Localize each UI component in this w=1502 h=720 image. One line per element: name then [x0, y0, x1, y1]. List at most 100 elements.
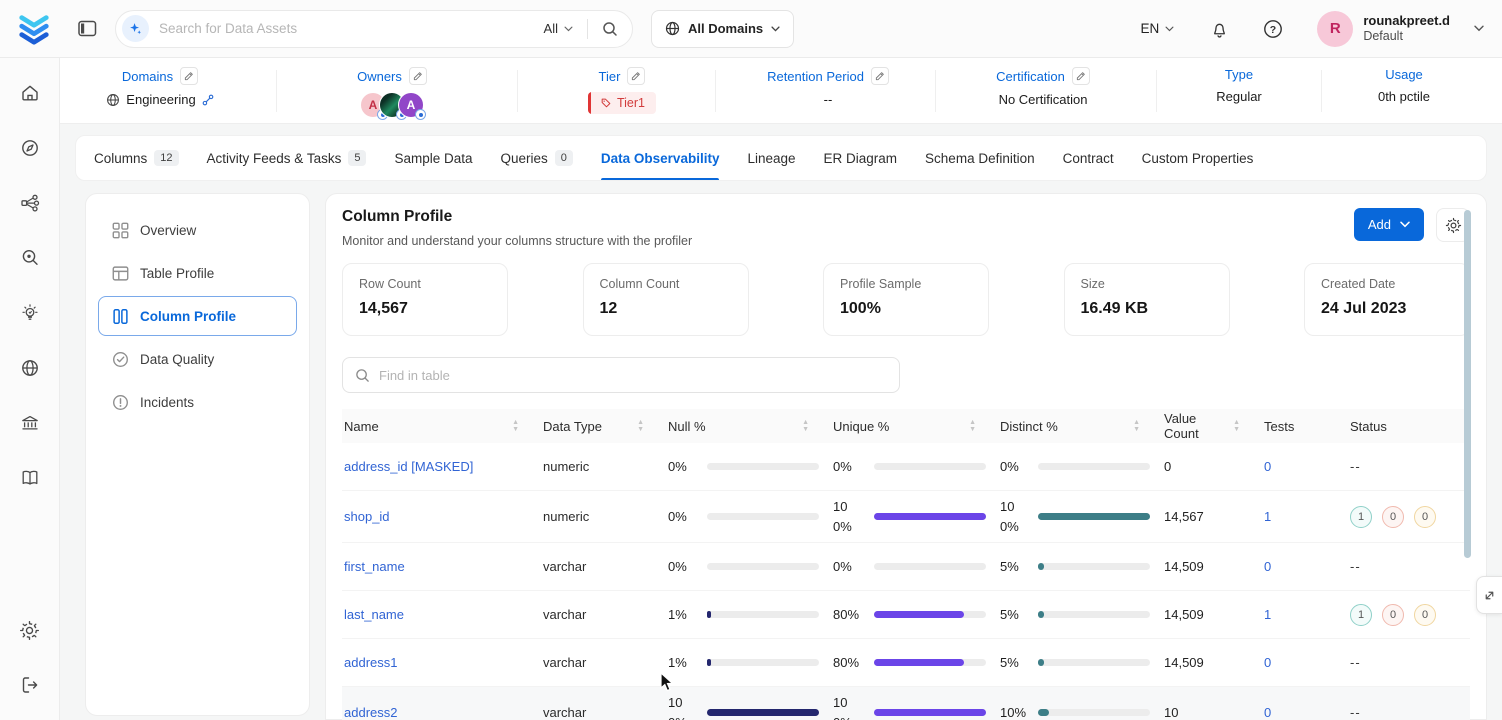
- edit-retention-icon[interactable]: [871, 67, 889, 85]
- column-header-name: Name▲▼: [342, 419, 543, 434]
- divider: [587, 19, 588, 39]
- tab-er-diagram[interactable]: ER Diagram: [824, 136, 898, 180]
- find-in-table-input[interactable]: [379, 368, 887, 383]
- unique-pct-cell: 80%: [833, 605, 1000, 625]
- domains-globe-icon[interactable]: [13, 351, 47, 385]
- status-cell: --: [1350, 559, 1470, 574]
- tab-count-badge: 12: [154, 150, 178, 166]
- nav-item-incidents[interactable]: Incidents: [98, 382, 297, 422]
- observability-search-eye-icon[interactable]: [13, 241, 47, 275]
- table-row: shop_idnumeric0%100%100%14,5671100: [342, 491, 1470, 543]
- explore-compass-icon[interactable]: [13, 131, 47, 165]
- tab-custom-properties[interactable]: Custom Properties: [1142, 136, 1254, 180]
- data-type: numeric: [543, 459, 668, 474]
- nav-item-column-profile[interactable]: Column Profile: [98, 296, 297, 336]
- nav-item-overview[interactable]: Overview: [98, 210, 297, 250]
- column-profile-panel: Column Profile Monitor and understand yo…: [325, 193, 1487, 720]
- status-cell: 100: [1350, 506, 1470, 528]
- tab-queries[interactable]: Queries0: [501, 136, 573, 180]
- column-name-link[interactable]: first_name: [342, 559, 543, 574]
- column-name-link[interactable]: address1: [342, 655, 543, 670]
- table-search: [342, 357, 900, 393]
- lineage-network-icon[interactable]: [13, 186, 47, 220]
- govern-bank-icon[interactable]: [13, 406, 47, 440]
- edit-certification-icon[interactable]: [1072, 67, 1090, 85]
- tests-link[interactable]: 1: [1264, 607, 1350, 622]
- edit-domains-icon[interactable]: [180, 67, 198, 85]
- alert-circle-icon: [112, 394, 129, 411]
- search-icon[interactable]: [602, 21, 618, 37]
- sort-icon[interactable]: ▲▼: [1133, 419, 1140, 434]
- tests-link[interactable]: 0: [1264, 559, 1350, 574]
- sort-icon[interactable]: ▲▼: [1233, 419, 1240, 434]
- home-icon[interactable]: [13, 76, 47, 110]
- svg-text:?: ?: [1270, 24, 1276, 36]
- tab-count-badge: 5: [348, 150, 366, 166]
- value-count: 14,567: [1164, 509, 1264, 524]
- percent-bar: [1038, 563, 1150, 570]
- app-logo-icon[interactable]: [14, 9, 54, 49]
- tab-contract[interactable]: Contract: [1063, 136, 1114, 180]
- column-name-link[interactable]: address2: [342, 705, 543, 720]
- page-title: Column Profile: [342, 208, 692, 226]
- column-name-link[interactable]: shop_id: [342, 509, 543, 524]
- sidebar-toggle-icon[interactable]: [78, 20, 97, 37]
- global-search-input[interactable]: [159, 21, 544, 36]
- distinct-pct-cell: 10%: [1000, 703, 1164, 720]
- tab-activity-feeds-tasks[interactable]: Activity Feeds & Tasks5: [207, 136, 367, 180]
- help-icon[interactable]: ?: [1263, 19, 1283, 39]
- column-name-link[interactable]: address_id [MASKED]: [342, 459, 543, 474]
- stat-label: Profile Sample: [840, 277, 972, 291]
- tests-link[interactable]: 0: [1264, 459, 1350, 474]
- percent-bar: [1038, 659, 1150, 666]
- stat-value: 14,567: [359, 300, 491, 318]
- check-circle-icon: [112, 351, 129, 368]
- column-name-link[interactable]: last_name: [342, 607, 543, 622]
- table-header: Name▲▼Data Type▲▼Null %▲▼Unique %▲▼Disti…: [342, 409, 1470, 443]
- tab-sample-data[interactable]: Sample Data: [394, 136, 472, 180]
- domain-selector[interactable]: All Domains: [651, 10, 794, 48]
- sort-icon[interactable]: ▲▼: [802, 419, 809, 434]
- percent-bar-fill: [707, 659, 711, 666]
- status-empty: --: [1350, 655, 1361, 670]
- ai-sparkle-icon[interactable]: [122, 15, 149, 42]
- notifications-bell-icon[interactable]: [1210, 19, 1229, 39]
- tab-data-observability[interactable]: Data Observability: [601, 136, 720, 180]
- table-row: last_namevarchar1%80%5%14,5091100: [342, 591, 1470, 639]
- edit-owners-icon[interactable]: [409, 67, 427, 85]
- tab-label: Lineage: [747, 151, 795, 166]
- language-selector[interactable]: EN: [1141, 21, 1175, 36]
- percent-bar: [707, 709, 819, 716]
- tests-link[interactable]: 0: [1264, 705, 1350, 720]
- nav-item-data-quality[interactable]: Data Quality: [98, 339, 297, 379]
- glossary-book-icon[interactable]: [13, 461, 47, 495]
- search-scope-select[interactable]: All: [544, 21, 573, 36]
- owner-avatar[interactable]: A: [398, 92, 424, 118]
- table-row: address2varchar100%100%10%100--: [342, 687, 1470, 720]
- vertical-scrollbar[interactable]: [1464, 210, 1471, 558]
- nav-item-table-profile[interactable]: Table Profile: [98, 253, 297, 293]
- domain-link[interactable]: Engineering: [106, 92, 213, 107]
- tests-link[interactable]: 1: [1264, 509, 1350, 524]
- search-icon: [355, 368, 370, 383]
- insights-lightbulb-icon[interactable]: [13, 296, 47, 330]
- add-button[interactable]: Add: [1354, 208, 1424, 241]
- tab-columns[interactable]: Columns12: [94, 136, 179, 180]
- user-menu[interactable]: R rounakpreet.d Default: [1317, 11, 1484, 47]
- edit-tier-icon[interactable]: [627, 67, 645, 85]
- percent-value: 5%: [1000, 605, 1028, 625]
- tests-link[interactable]: 0: [1264, 655, 1350, 670]
- logout-icon[interactable]: [13, 668, 47, 702]
- domain-selector-value: All Domains: [688, 21, 763, 36]
- status-badge-success: 1: [1350, 604, 1372, 626]
- tab-lineage[interactable]: Lineage: [747, 136, 795, 180]
- language-value: EN: [1141, 21, 1160, 36]
- sort-icon[interactable]: ▲▼: [969, 419, 976, 434]
- stat-card-row-count: Row Count14,567: [342, 263, 508, 336]
- sort-icon[interactable]: ▲▼: [512, 419, 519, 434]
- expand-panel-handle[interactable]: [1476, 576, 1502, 614]
- percent-bar: [1038, 463, 1150, 470]
- settings-gear-icon[interactable]: [13, 613, 47, 647]
- tab-schema-definition[interactable]: Schema Definition: [925, 136, 1035, 180]
- sort-icon[interactable]: ▲▼: [637, 419, 644, 434]
